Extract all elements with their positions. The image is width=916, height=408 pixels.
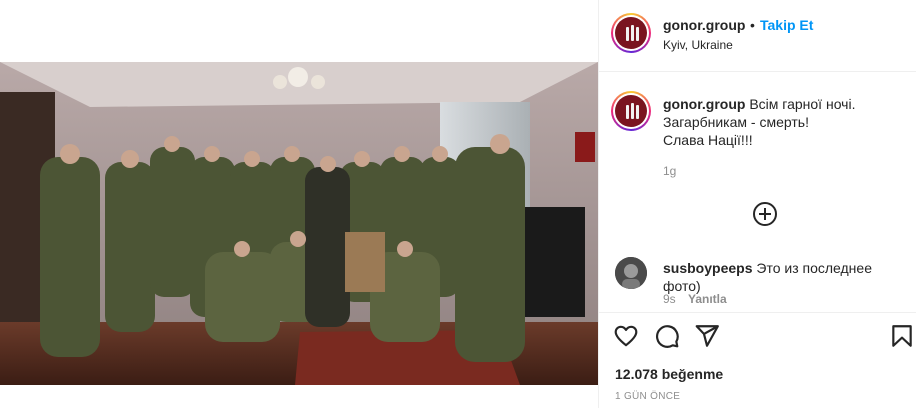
comment: susboypeeps Это из последнее фото) xyxy=(663,259,908,295)
comment-time[interactable]: 9s xyxy=(663,292,676,306)
post-side-panel: gonor.group • Takip Et Kyiv, Ukraine gon… xyxy=(599,0,916,408)
author-username[interactable]: gonor.group xyxy=(663,17,745,33)
bookmark-icon[interactable] xyxy=(889,323,915,349)
load-more-comments-icon[interactable] xyxy=(753,202,777,226)
caption-avatar[interactable] xyxy=(611,91,651,131)
comment-icon[interactable] xyxy=(654,323,680,349)
post-timestamp[interactable]: 1 GÜN ÖNCE xyxy=(615,391,680,402)
author-avatar[interactable] xyxy=(611,13,651,53)
post-header: gonor.group • Takip Et Kyiv, Ukraine xyxy=(599,0,916,72)
reply-button[interactable]: Yanıtla xyxy=(688,292,727,306)
header-separator: • xyxy=(750,17,755,33)
likes-count[interactable]: 12.078 beğenme xyxy=(615,366,723,382)
caption-text: gonor.group Всім гарної ночі. Загарбника… xyxy=(663,95,903,149)
share-icon[interactable] xyxy=(694,323,720,349)
caption-time[interactable]: 1g xyxy=(663,164,676,178)
follow-button[interactable]: Takip Et xyxy=(760,17,813,33)
actions-divider xyxy=(599,312,916,313)
caption-username[interactable]: gonor.group xyxy=(663,96,745,112)
post-media-pane xyxy=(0,0,598,408)
post-location[interactable]: Kyiv, Ukraine xyxy=(663,38,733,52)
commenter-avatar[interactable] xyxy=(615,257,647,289)
heart-icon[interactable] xyxy=(613,323,639,349)
caption-line-1: Всім гарної ночі. xyxy=(749,96,856,112)
post-photo-image xyxy=(0,62,598,385)
comment-username[interactable]: susboypeeps xyxy=(663,260,752,276)
caption-line-2: Загарбникам - смерть! xyxy=(663,114,809,130)
caption-line-3: Слава Нації!!! xyxy=(663,132,753,148)
post-photo[interactable] xyxy=(0,62,598,385)
